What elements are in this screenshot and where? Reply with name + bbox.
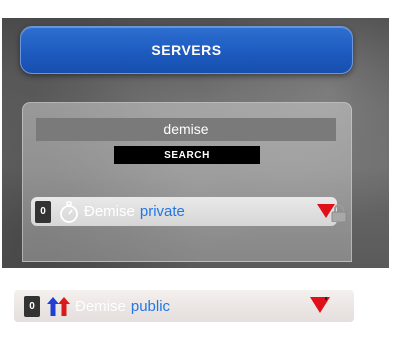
expand-arrow-icon[interactable] [310,297,330,313]
lock-icon [331,204,347,227]
search-button-label: SEARCH [164,149,210,161]
servers-header: SERVERS [20,26,353,74]
servers-screen: SERVERS demise SEARCH 0 Đemise private 0… [0,0,400,363]
server-mode: public [130,297,171,315]
server-row[interactable]: 0 Đemise public [14,290,354,322]
server-title: Đemise [75,297,126,315]
stopwatch-icon [58,200,80,223]
server-name: Đemise private [84,203,185,220]
server-title: Đemise [84,203,135,220]
server-mode: private [139,203,185,220]
player-count: 0 [35,200,51,223]
player-count: 0 [24,295,40,317]
search-button[interactable]: SEARCH [114,146,260,164]
servers-title: SERVERS [151,42,222,58]
team-arrows-icon [47,295,71,317]
server-row[interactable]: 0 Đemise private [31,197,347,226]
server-name: Đemise public [75,298,170,315]
search-input[interactable]: demise [36,118,336,141]
